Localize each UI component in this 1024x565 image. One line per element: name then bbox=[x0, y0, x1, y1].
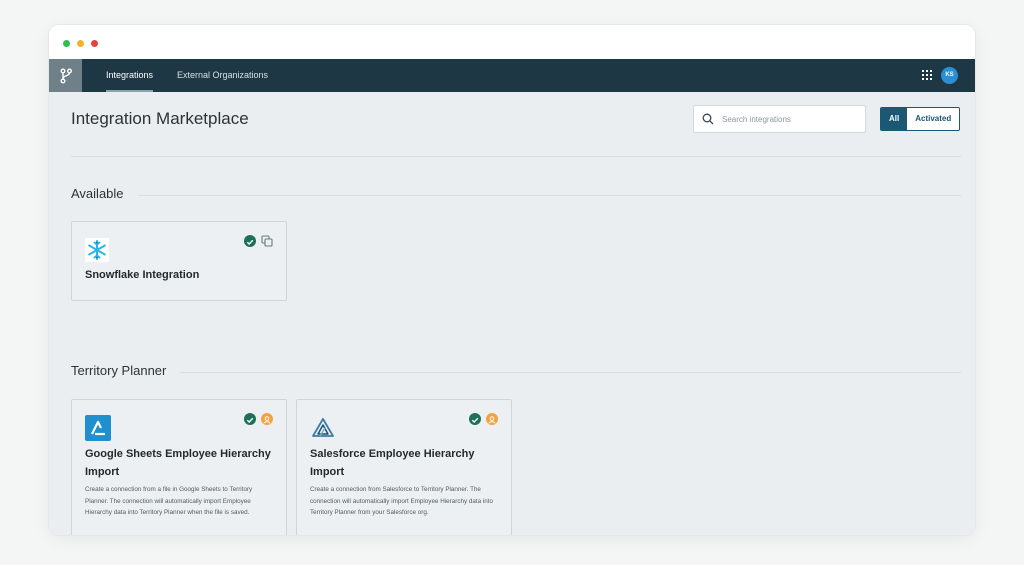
card-title: Snowflake Integration bbox=[85, 269, 200, 281]
activated-check-icon bbox=[244, 413, 256, 425]
filter-toggle[interactable]: All Activated bbox=[880, 107, 961, 131]
tab-external-organizations[interactable]: External Organizations bbox=[177, 59, 268, 92]
duplicate-icon[interactable] bbox=[261, 235, 273, 247]
person-icon bbox=[486, 413, 498, 425]
person-icon bbox=[261, 413, 273, 425]
activated-check-icon bbox=[469, 413, 481, 425]
search-box[interactable] bbox=[693, 105, 866, 133]
app-logo[interactable] bbox=[49, 59, 82, 92]
window-titlebar bbox=[49, 25, 975, 59]
sheets-import-logo-icon bbox=[85, 415, 111, 441]
card-description: Create a connection from a file in Googl… bbox=[85, 486, 253, 516]
branch-logo-icon bbox=[60, 68, 72, 83]
activated-check-icon bbox=[244, 235, 256, 247]
card-title: Salesforce Employee Hierarchy Import bbox=[310, 448, 475, 478]
window-minimize-button[interactable] bbox=[77, 40, 84, 47]
page-title: Integration Marketplace bbox=[71, 109, 249, 128]
integration-card-google-sheets[interactable]: Google Sheets Employee Hierarchy Import … bbox=[71, 399, 287, 535]
window-close-button[interactable] bbox=[91, 40, 98, 47]
filter-activated-button[interactable]: Activated bbox=[907, 108, 960, 130]
integration-card-snowflake[interactable]: Snowflake Integration bbox=[71, 221, 287, 301]
app-navbar: Integrations External Organizations KS bbox=[49, 59, 975, 92]
snowflake-logo-icon bbox=[85, 238, 109, 262]
search-icon bbox=[702, 113, 714, 125]
section-title-available: Available bbox=[71, 186, 138, 201]
filter-all-button[interactable]: All bbox=[881, 108, 908, 130]
section-divider bbox=[71, 372, 961, 373]
section-title-territory-planner: Territory Planner bbox=[71, 363, 181, 378]
header-divider bbox=[71, 156, 961, 157]
main-content: Integration Marketplace All Activated Av… bbox=[49, 92, 975, 535]
card-description: Create a connection from Salesforce to T… bbox=[310, 486, 494, 516]
section-divider bbox=[71, 195, 961, 196]
tab-integrations[interactable]: Integrations bbox=[106, 59, 154, 92]
app-window: Integrations External Organizations KS I… bbox=[49, 25, 975, 535]
window-maximize-button[interactable] bbox=[63, 40, 70, 47]
salesforce-import-logo-icon bbox=[312, 418, 334, 437]
user-avatar[interactable]: KS bbox=[941, 67, 958, 84]
search-input[interactable] bbox=[722, 106, 862, 132]
integration-card-salesforce[interactable]: Salesforce Employee Hierarchy Import Cre… bbox=[296, 399, 512, 535]
apps-grid-icon[interactable] bbox=[922, 70, 932, 80]
card-title: Google Sheets Employee Hierarchy Import bbox=[85, 448, 271, 478]
